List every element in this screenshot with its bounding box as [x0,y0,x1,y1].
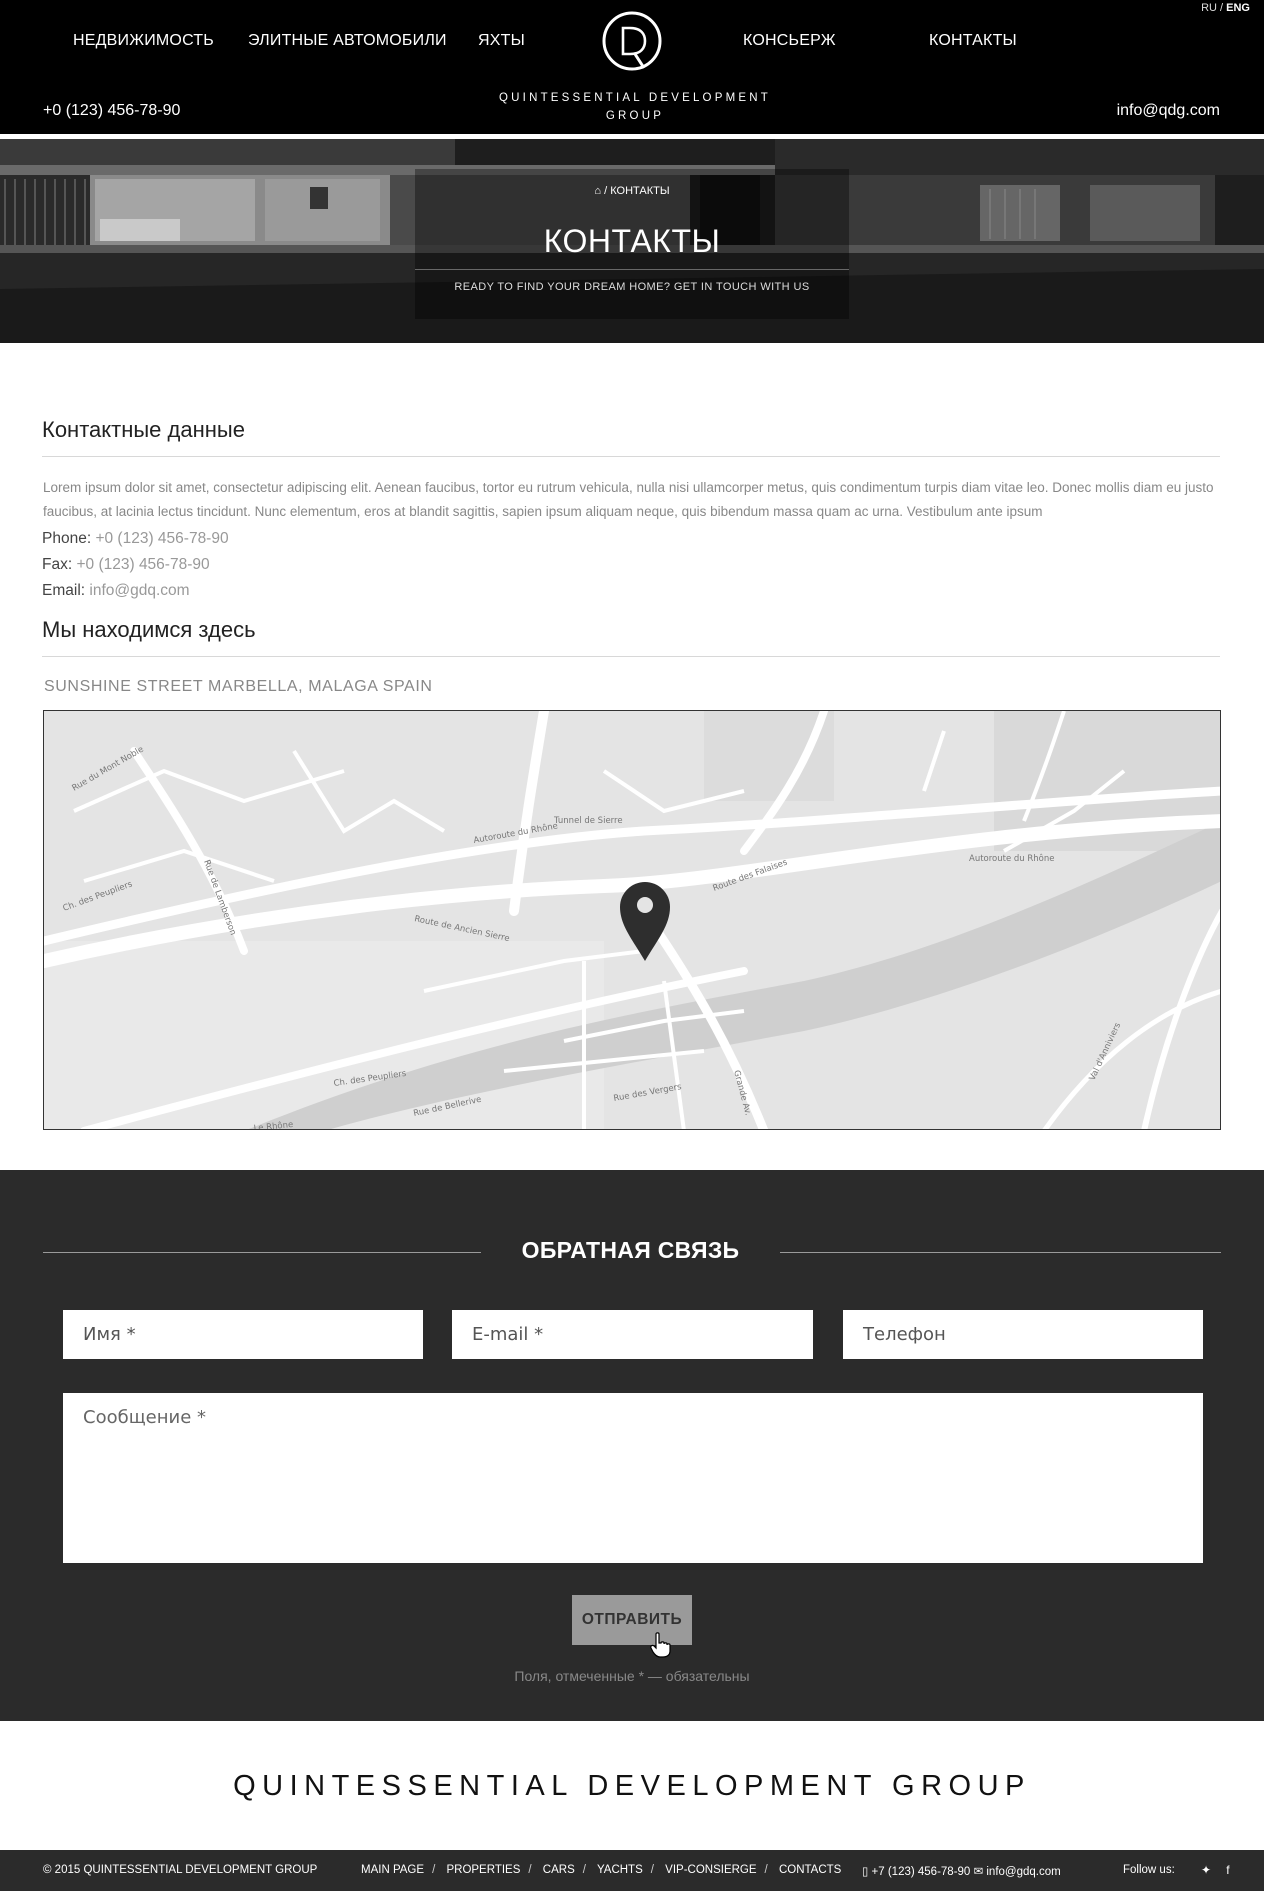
footer-links: MAIN PAGE / PROPERTIES / CARS / YACHTS / VIP… [361,1864,841,1876]
social-links: ✦ f [1189,1863,1230,1877]
footer-link-sep: / [528,1864,532,1876]
footer-link-sep: / [432,1864,436,1876]
lang-ru[interactable]: RU [1201,2,1217,14]
hand-cursor-icon [650,1632,671,1658]
hero-subtitle: READY TO FIND YOUR DREAM HOME? GET IN TO… [454,281,810,293]
breadcrumb: ⌂ / КОНТАКТЫ [0,185,1264,197]
header-email[interactable]: info@qdg.com [1117,102,1220,120]
follow-label: Follow us: [1123,1864,1175,1876]
contact-fax: Fax: +0 (123) 456-78-90 [42,556,210,574]
footer-link-sep: / [582,1864,586,1876]
hero-banner: ⌂ / КОНТАКТЫ КОНТАКТЫ READY TO FIND YOUR… [0,139,1264,343]
lang-eng[interactable]: ENG [1226,2,1250,14]
contact-phone: Phone: +0 (123) 456-78-90 [42,530,229,548]
contact-email: Email: info@gdq.com [42,582,190,600]
email-value[interactable]: info@gdq.com [89,582,189,599]
location-section-rule [42,656,1220,657]
required-note: Поля, отмеченные * — обязательны [514,1668,750,1684]
map-label: Autoroute du Rhône [969,853,1055,864]
breadcrumb-separator: / [604,185,608,197]
footer-link-sep: / [764,1864,768,1876]
home-icon[interactable]: ⌂ [594,185,601,197]
footer-link-properties[interactable]: PROPERTIES [446,1864,520,1876]
nav-elite-cars[interactable]: ЭЛИТНЫЕ АВТОМОБИЛИ [248,32,447,50]
nav-concierge[interactable]: КОНСЬЕРЖ [743,32,836,50]
footer-email[interactable]: info@gdq.com [986,1866,1060,1878]
map-canvas[interactable]: Tunnel de Sierre Autoroute du Rhône Rout… [44,711,1221,1130]
email-label: Email: [42,582,86,599]
feedback-rule-right [780,1252,1221,1253]
footer-contacts: ▯ +7 (123) 456-78-90 ✉ info@gdq.com [862,1864,1061,1878]
contact-section-title: Контактные данные [42,417,245,442]
phone-value[interactable]: +0 (123) 456-78-90 [95,530,228,547]
footer-phone[interactable]: +7 (123) 456-78-90 [872,1866,971,1878]
footer-link-cars[interactable]: CARS [543,1864,575,1876]
address: SUNSHINE STREET MARBELLA, MALAGA SPAIN [44,678,433,695]
feedback-section: ОБРАТНАЯ СВЯЗЬ Имя * E-mail * Телефон Со… [0,1170,1264,1721]
email-input[interactable]: E-mail * [452,1310,813,1359]
map-label: Tunnel de Sierre [553,816,623,826]
language-switcher[interactable]: RU / ENG [1201,2,1250,14]
phone-icon: ▯ [862,1866,869,1878]
name-input[interactable]: Имя * [63,1310,423,1359]
fax-value: +0 (123) 456-78-90 [76,556,210,573]
fax-label: Fax: [42,556,73,573]
phone-label: Phone: [42,530,92,547]
logo-line-1: QUINTESSENTIAL DEVELOPMENT [499,92,771,104]
message-textarea[interactable]: Сообщение * [63,1393,1203,1563]
logo-text[interactable]: QUINTESSENTIAL DEVELOPMENT GROUP [480,89,790,125]
feedback-title: ОБРАТНАЯ СВЯЗЬ [521,1237,740,1263]
feedback-rule-left [43,1252,481,1253]
nav-real-estate[interactable]: НЕДВИЖИМОСТЬ [73,32,214,50]
nav-yachts[interactable]: ЯХТЫ [478,32,525,50]
mail-icon: ✉ [973,1866,984,1878]
footer-bar: © 2015 QUINTESSENTIAL DEVELOPMENT GROUP … [0,1850,1264,1891]
nav-contacts[interactable]: КОНТАКТЫ [929,32,1017,50]
site-header: RU / ENG НЕДВИЖИМОСТЬ ЭЛИТНЫЕ АВТОМОБИЛИ… [0,0,1264,134]
contact-section-rule [42,456,1220,457]
footer-link-concierge[interactable]: VIP-CONSIERGE [665,1864,756,1876]
hero-divider [415,269,849,270]
logo-line-2: GROUP [605,110,665,122]
logo-icon[interactable] [601,10,663,72]
page-title: КОНТАКТЫ [543,223,721,259]
phone-input[interactable]: Телефон [843,1310,1203,1359]
footer-link-yachts[interactable]: YACHTS [597,1864,643,1876]
contact-description: Lorem ipsum dolor sit amet, consectetur … [43,480,1214,519]
facebook-icon[interactable]: f [1226,1863,1229,1877]
footer-brand: QUINTESSENTIAL DEVELOPMENT GROUP [233,1770,1031,1802]
footer-link-contacts[interactable]: CONTACTS [779,1864,841,1876]
footer-link-main[interactable]: MAIN PAGE [361,1864,424,1876]
submit-button[interactable]: ОТПРАВИТЬ [572,1595,692,1645]
breadcrumb-current: КОНТАКТЫ [610,185,670,197]
location-map[interactable]: Tunnel de Sierre Autoroute du Rhône Rout… [43,710,1221,1130]
footer-link-sep: / [650,1864,654,1876]
copyright: © 2015 QUINTESSENTIAL DEVELOPMENT GROUP [43,1864,318,1876]
header-phone[interactable]: +0 (123) 456-78-90 [43,102,180,120]
location-section-title: Мы находимся здесь [42,617,256,642]
twitter-icon[interactable]: ✦ [1201,1863,1211,1877]
lang-separator: / [1216,2,1227,14]
